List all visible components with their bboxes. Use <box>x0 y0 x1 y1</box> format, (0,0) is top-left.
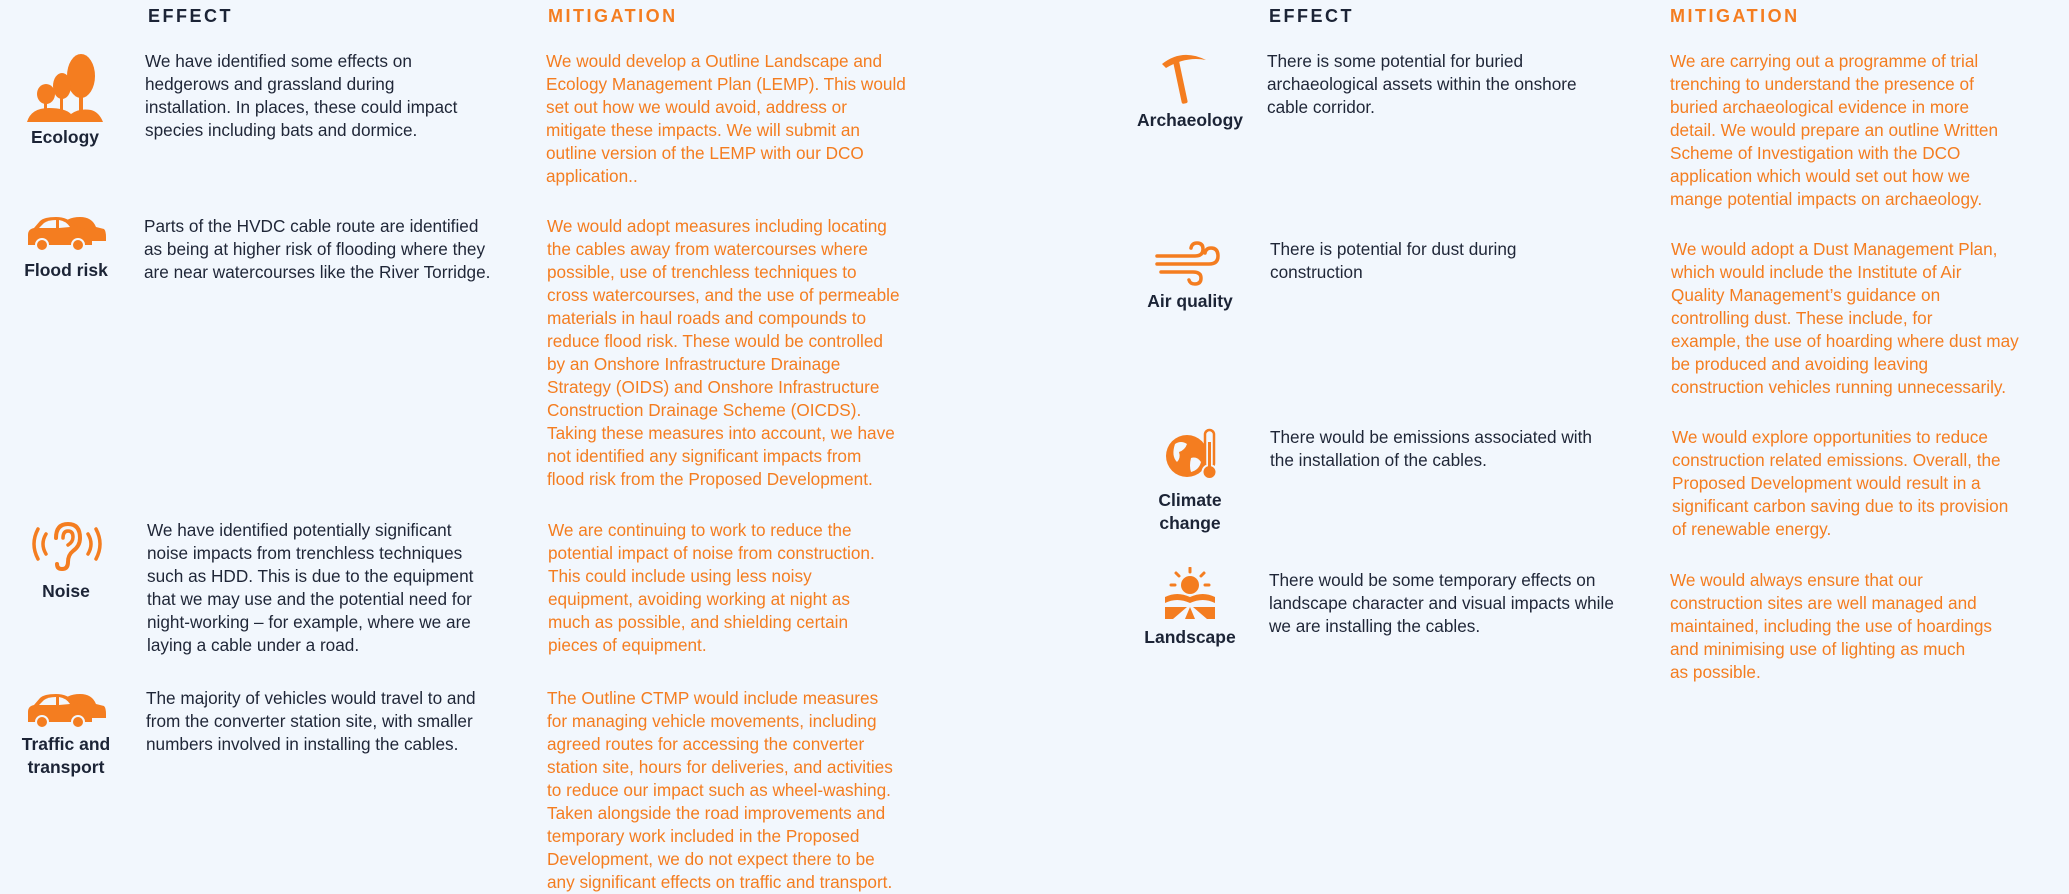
ecology-mitigation: We would develop a Outline Landscape and… <box>546 51 906 186</box>
cars-icon <box>26 215 106 253</box>
topic-archaeology: Archaeology <box>1137 110 1243 130</box>
noise-mitigation: We are continuing to work to reduce the … <box>548 520 875 655</box>
flood-risk-mitigation: We would adopt measures including locati… <box>547 216 900 489</box>
topic-ecology: Ecology <box>30 127 100 147</box>
air-quality-mitigation: We would adopt a Dust Management Plan, w… <box>1671 239 2019 397</box>
topic-traffic-and-transport: Traffic and transport <box>21 734 111 777</box>
right-effect-heading: EFFECT <box>1269 6 1354 26</box>
left-mitigation-heading: MITIGATION <box>548 6 678 26</box>
topic-flood-risk: Flood risk <box>24 260 108 280</box>
ecology-effect: We have identified some effects on hedge… <box>145 51 458 140</box>
archaeology-effect: There is some potential for buried archa… <box>1267 51 1577 117</box>
traffic-mitigation: The Outline CTMP would include measures … <box>547 688 893 892</box>
globe-thermometer-icon <box>1165 428 1219 482</box>
archaeology-mitigation: We are carrying out a programme of trial… <box>1670 51 1999 209</box>
flood-risk-effect: Parts of the HVDC cable route are identi… <box>144 216 491 282</box>
wind-icon <box>1155 240 1221 286</box>
topic-noise: Noise <box>42 581 90 601</box>
ear-icon <box>30 520 102 572</box>
sun-landscape-icon <box>1163 567 1217 619</box>
trees-icon <box>27 52 103 122</box>
climate-change-mitigation: We would explore opportunities to reduce… <box>1672 427 2009 539</box>
topic-climate-change: Climate change <box>1158 490 1222 533</box>
landscape-mitigation: We would always ensure that our construc… <box>1670 570 1993 682</box>
left-effect-heading: EFFECT <box>148 6 233 26</box>
air-quality-effect: There is potential for dust during const… <box>1270 239 1517 282</box>
cars-icon <box>26 692 106 730</box>
topic-landscape: Landscape <box>1144 627 1236 647</box>
climate-change-effect: There would be emissions associated with… <box>1270 427 1592 470</box>
traffic-effect: The majority of vehicles would travel to… <box>146 688 476 754</box>
noise-effect: We have identified potentially significa… <box>147 520 474 655</box>
pickaxe-icon <box>1158 50 1208 104</box>
landscape-effect: There would be some temporary effects on… <box>1269 570 1614 636</box>
topic-air-quality: Air quality <box>1147 291 1233 311</box>
right-mitigation-heading: MITIGATION <box>1670 6 1800 26</box>
